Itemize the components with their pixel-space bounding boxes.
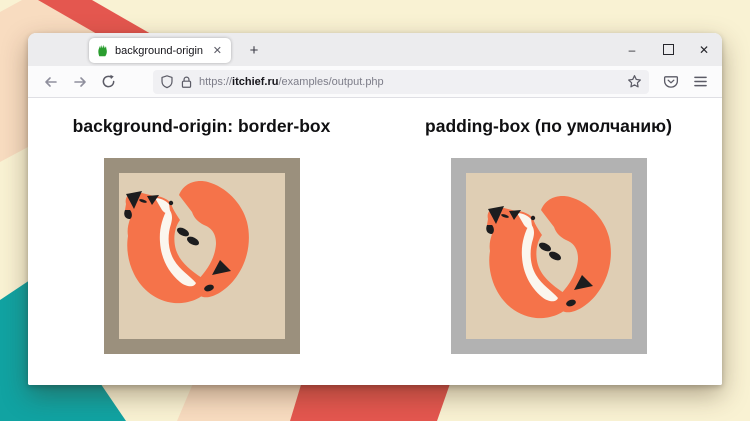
page-content: background-origin: border-box padding-bo… xyxy=(28,98,722,385)
tab-background-origin[interactable]: background-origin ✕ xyxy=(89,38,231,63)
url-domain: itchief.ru xyxy=(232,76,278,88)
favicon-itchief-hand-icon xyxy=(96,44,109,57)
tab-close-icon[interactable]: ✕ xyxy=(211,44,224,57)
demo-box-padding-box xyxy=(451,158,647,354)
new-tab-button[interactable]: + xyxy=(241,38,267,63)
forward-icon[interactable] xyxy=(71,73,88,90)
window-controls: – ✕ xyxy=(614,33,722,66)
fox-image xyxy=(478,185,628,335)
maximize-icon xyxy=(663,44,674,55)
reload-icon[interactable] xyxy=(100,73,117,90)
bookmark-star-icon[interactable] xyxy=(627,74,642,89)
close-button[interactable]: ✕ xyxy=(686,33,722,66)
back-icon[interactable] xyxy=(42,73,59,90)
fox-image xyxy=(116,170,266,320)
minimize-button[interactable]: – xyxy=(614,33,650,66)
example-padding-box: padding-box (по умолчанию) xyxy=(375,98,722,385)
tab-title: background-origin xyxy=(115,45,205,57)
url-bar[interactable]: https://itchief.ru/examples/output.php xyxy=(153,70,649,94)
menu-hamburger-icon[interactable] xyxy=(693,75,708,88)
navigation-toolbar: https://itchief.ru/examples/output.php xyxy=(28,66,722,98)
toolbar-right-icons xyxy=(663,74,708,89)
lock-icon[interactable] xyxy=(180,75,193,89)
shield-icon[interactable] xyxy=(160,74,174,89)
url-text[interactable]: https://itchief.ru/examples/output.php xyxy=(199,76,621,88)
heading-border-box: background-origin: border-box xyxy=(73,115,331,137)
example-border-box: background-origin: border-box xyxy=(28,98,375,385)
url-path: /examples/output.php xyxy=(278,76,383,88)
maximize-button[interactable] xyxy=(650,33,686,66)
pocket-icon[interactable] xyxy=(663,74,679,89)
browser-window: background-origin ✕ + – ✕ xyxy=(28,33,722,385)
heading-padding-box: padding-box (по умолчанию) xyxy=(425,115,672,137)
url-protocol: https:// xyxy=(199,76,232,88)
demo-box-border-box xyxy=(104,158,300,354)
tab-bar: background-origin ✕ + – ✕ xyxy=(28,33,722,66)
